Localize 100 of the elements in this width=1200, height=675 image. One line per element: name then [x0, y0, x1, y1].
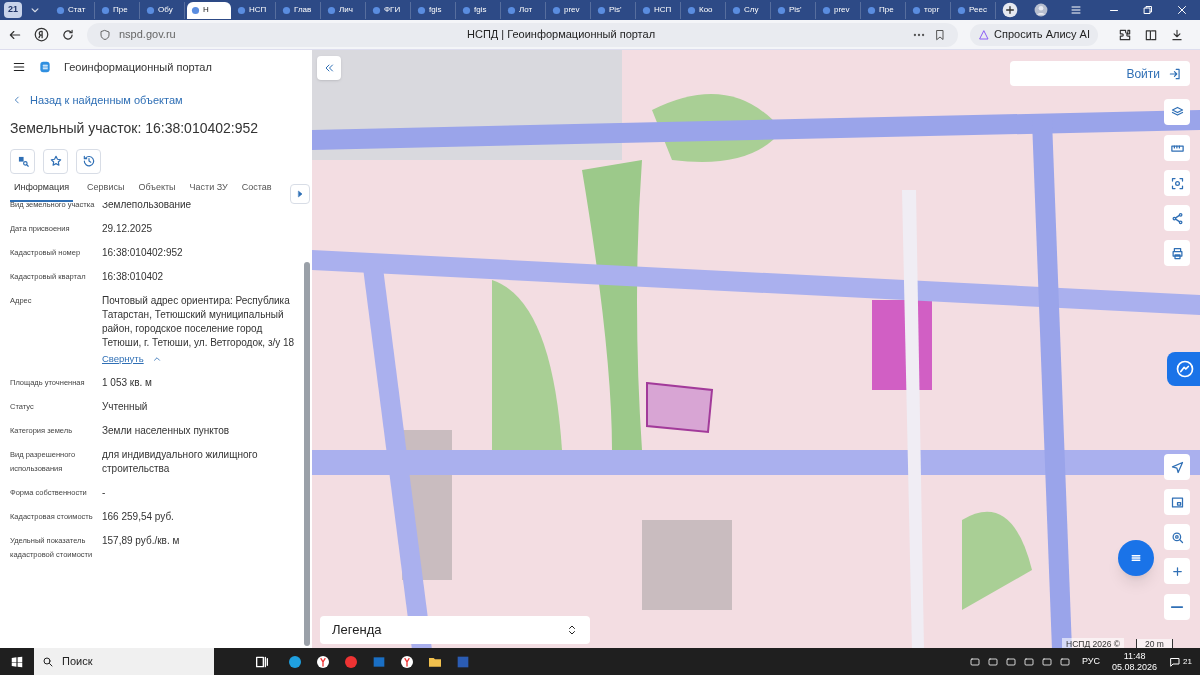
login-icon	[1168, 66, 1182, 81]
browser-tab[interactable]: Стат	[52, 1, 95, 19]
favicon-icon	[191, 5, 200, 15]
avatar-icon[interactable]	[1034, 3, 1048, 17]
chat-icon	[1169, 655, 1182, 668]
field-value: 16:38:010402	[102, 269, 165, 284]
browser-tab[interactable]: Pis'	[773, 1, 816, 19]
field-value: 1 053 кв. м	[102, 375, 153, 390]
favicon-icon	[462, 5, 471, 15]
favicon-icon	[957, 5, 966, 15]
browser-tab[interactable]: Глав	[278, 1, 321, 19]
windows-icon[interactable]	[10, 654, 24, 669]
browser-tab[interactable]: fgis	[458, 1, 501, 19]
field-value: 157,89 руб./кв. м	[102, 533, 181, 548]
select-area-icon	[1169, 175, 1185, 191]
favicon-icon	[822, 5, 831, 15]
favicon-icon	[101, 5, 110, 15]
scrollbar-thumb[interactable]	[304, 261, 310, 646]
menu-icon[interactable]	[12, 60, 26, 74]
browser-tab[interactable]: Pis'	[593, 1, 636, 19]
tab-count-badge[interactable]: 21	[4, 2, 22, 18]
select-area-button[interactable]	[1164, 170, 1190, 196]
book-icon[interactable]	[1144, 27, 1158, 42]
share-icon	[1169, 210, 1185, 226]
field-value: Учтенный	[102, 399, 149, 414]
back-link[interactable]: Назад к найденным объектам	[12, 92, 183, 109]
field-value: -	[102, 485, 107, 500]
sort-icon	[566, 624, 578, 636]
browser-tab[interactable]: ФГИ	[368, 1, 411, 19]
info-tab[interactable]: Части ЗУ	[189, 181, 228, 202]
search-location-button[interactable]	[1164, 524, 1190, 550]
browser-tab[interactable]: Коо	[683, 1, 726, 19]
history-button[interactable]	[76, 148, 101, 174]
locate-icon	[1169, 459, 1185, 475]
browser-tab[interactable]: Слу	[728, 1, 771, 19]
zoom-out-button[interactable]	[1164, 594, 1190, 620]
star-button[interactable]	[43, 148, 68, 174]
favicon-icon	[282, 5, 291, 15]
restore-icon[interactable]	[1142, 4, 1154, 16]
browser-tab[interactable]: Обу	[142, 1, 185, 19]
browser-icon[interactable]	[287, 653, 303, 670]
close-icon[interactable]	[1176, 4, 1188, 16]
language-indicator[interactable]: РУС	[1082, 654, 1101, 669]
favicon-icon	[507, 5, 516, 15]
legend-dropdown[interactable]: Легенда	[320, 616, 590, 644]
object-heading: Земельный участок: 16:38:010402:952	[10, 118, 260, 138]
picture-in-picture-icon	[1169, 494, 1185, 510]
star-icon	[48, 154, 63, 168]
favicon-icon	[372, 5, 381, 15]
layers-button[interactable]	[1164, 99, 1190, 125]
browser-tab[interactable]: Лот	[503, 1, 546, 19]
favicon-icon	[597, 5, 606, 15]
info-tab[interactable]: Информация	[10, 181, 74, 202]
locate-button[interactable]	[1164, 454, 1190, 480]
address-bar[interactable]: nspd.gov.ru НСПД | Геоинформационный портал	[87, 22, 959, 47]
double-chevron-left-icon	[323, 62, 335, 74]
area-search-button[interactable]	[10, 148, 35, 174]
browser-tab[interactable]: НСП	[233, 1, 276, 19]
browser-tab[interactable]: Лич	[323, 1, 366, 19]
favicon-icon	[417, 5, 426, 15]
zoom-in-button[interactable]	[1164, 558, 1190, 584]
favicon-icon	[642, 5, 651, 15]
field-value: Почтовый адрес ориентира: Республика Татарстан, Тетюшский муниципальный район, городское поселение город Тетюши, г. Тетюши, ул. Ветгородок, з/у 18	[102, 293, 296, 350]
extensions-icon[interactable]	[1118, 27, 1132, 42]
chevron-left-icon	[12, 95, 22, 106]
browser-tab[interactable]: торг	[908, 1, 951, 19]
assistant-button[interactable]: Спросить Алису AI	[970, 23, 1098, 46]
taskbar-search-field[interactable]: Поиск	[34, 648, 214, 675]
bookmark-icon[interactable]	[934, 28, 947, 41]
browser-tab[interactable]: prev	[548, 1, 591, 19]
side-panel-button[interactable]	[1167, 352, 1200, 386]
browser-tab[interactable]: prev	[818, 1, 861, 19]
info-tab[interactable]: Состав	[241, 181, 272, 202]
notifications-button[interactable]: 21	[1169, 655, 1192, 668]
taskbar-clock[interactable]: 11:48 05.08.2026	[1112, 650, 1158, 673]
info-tab[interactable]: Объекты	[138, 181, 176, 202]
browser-tab[interactable]: Пре	[863, 1, 906, 19]
browser-tab[interactable]: НСП	[638, 1, 681, 19]
collapse-link[interactable]: Свернуть	[102, 351, 162, 366]
favicon-icon	[777, 5, 786, 15]
browser-tab[interactable]: Н	[187, 1, 231, 19]
browser-icon[interactable]	[315, 653, 331, 670]
browser-tab[interactable]: fgis	[413, 1, 456, 19]
picture-in-picture-button[interactable]	[1164, 489, 1190, 515]
favicon-icon	[732, 5, 741, 15]
browser-icon[interactable]	[399, 653, 415, 670]
print-button[interactable]	[1164, 240, 1190, 266]
ruler-button[interactable]	[1164, 135, 1190, 161]
field-value: 16:38:010402:952	[102, 245, 184, 260]
yandex-icon[interactable]	[34, 27, 49, 42]
reload-icon[interactable]	[61, 27, 75, 42]
login-button[interactable]: Войти	[1010, 61, 1190, 86]
share-button[interactable]	[1164, 205, 1190, 231]
info-tab[interactable]: Сервисы	[87, 181, 125, 202]
zoom-out-icon	[1170, 605, 1184, 609]
scroll-right-button[interactable]	[290, 184, 310, 204]
browser-tab[interactable]: Реес	[953, 1, 996, 19]
browser-tab[interactable]: Пре	[97, 1, 140, 19]
download-icon[interactable]	[1170, 27, 1184, 42]
plus-icon[interactable]	[1002, 2, 1018, 18]
